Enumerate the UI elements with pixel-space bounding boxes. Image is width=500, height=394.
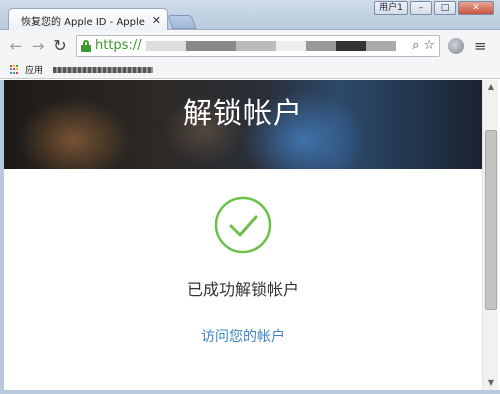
user-profile-button[interactable]: 用户1 [374,1,408,15]
maximize-button[interactable]: □ [434,1,456,15]
reload-button[interactable]: ↻ [50,36,70,56]
window-frame-bottom [0,390,500,394]
address-bar[interactable]: https:// ⌕ ☆ [76,34,440,57]
scroll-thumb[interactable] [485,130,497,310]
url-redacted [145,40,408,51]
vertical-scrollbar[interactable]: ▲ ▼ [482,80,498,390]
page-viewport: 解锁帐户 已成功解锁帐户 访问您的帐户 [4,80,482,390]
tab-title: 恢复您的 Apple ID - Apple ( [21,16,148,28]
forward-button[interactable]: → [28,36,48,56]
browser-toolbar: ← → ↻ https:// ⌕ ☆ ≡ [0,30,500,61]
window-controls: 用户1 – □ ✕ [374,1,494,15]
url-scheme: https:// [95,38,142,53]
browser-tab[interactable]: 恢复您的 Apple ID - Apple ( ✕ [8,8,168,31]
hero-banner: 解锁帐户 [4,80,482,169]
apps-icon[interactable] [10,64,20,75]
minimize-button[interactable]: – [410,1,432,15]
scroll-up-arrow-icon[interactable]: ▲ [483,80,499,94]
back-button[interactable]: ← [6,36,26,56]
lock-icon [81,39,91,52]
success-message: 已成功解锁帐户 [186,280,299,299]
star-icon[interactable]: ☆ [423,38,435,53]
new-tab-button[interactable] [167,15,197,29]
title-bar: 恢复您的 Apple ID - Apple ( ✕ 用户1 – □ ✕ [0,0,500,31]
bookmarks-bar: 应用 [0,61,500,79]
globe-icon[interactable] [448,37,464,54]
bookmark-redacted[interactable] [53,66,154,73]
close-window-button[interactable]: ✕ [458,1,494,15]
search-icon[interactable]: ⌕ [412,38,419,53]
access-account-link[interactable]: 访问您的帐户 [4,326,482,346]
menu-icon[interactable]: ≡ [474,37,487,55]
close-tab-icon[interactable]: ✕ [152,14,161,27]
scroll-down-arrow-icon[interactable]: ▼ [483,376,499,390]
page-title: 解锁帐户 [182,96,303,130]
checkmark-icon [214,196,272,254]
apps-label[interactable]: 应用 [25,63,43,76]
